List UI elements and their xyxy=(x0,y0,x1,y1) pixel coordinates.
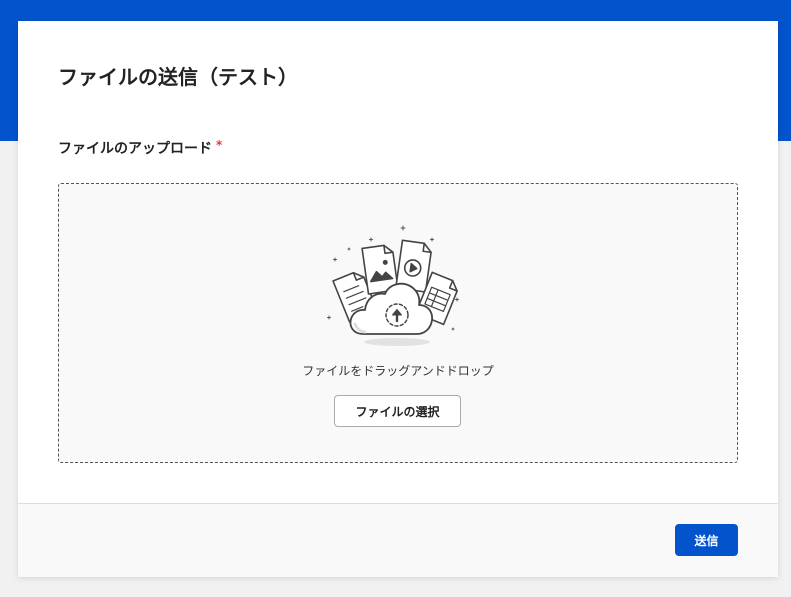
required-indicator: * xyxy=(216,138,223,152)
select-file-button[interactable]: ファイルの選択 xyxy=(334,395,461,427)
upload-form-card: ファイルの送信（テスト） ファイルのアップロード * ファイルをドラッグアンドド… xyxy=(18,21,778,577)
upload-field-label: ファイルのアップロード * xyxy=(58,138,222,158)
cloud-upload-files-icon xyxy=(327,225,459,346)
file-drop-zone[interactable]: ファイルをドラッグアンドドロップ ファイルの選択 xyxy=(58,183,738,463)
form-footer: 送信 xyxy=(18,503,778,577)
drop-zone-instruction: ファイルをドラッグアンドドロップ xyxy=(302,364,494,378)
page-title: ファイルの送信（テスト） xyxy=(58,65,298,89)
submit-button[interactable]: 送信 xyxy=(675,524,738,556)
upload-field-label-text: ファイルのアップロード xyxy=(58,141,212,157)
